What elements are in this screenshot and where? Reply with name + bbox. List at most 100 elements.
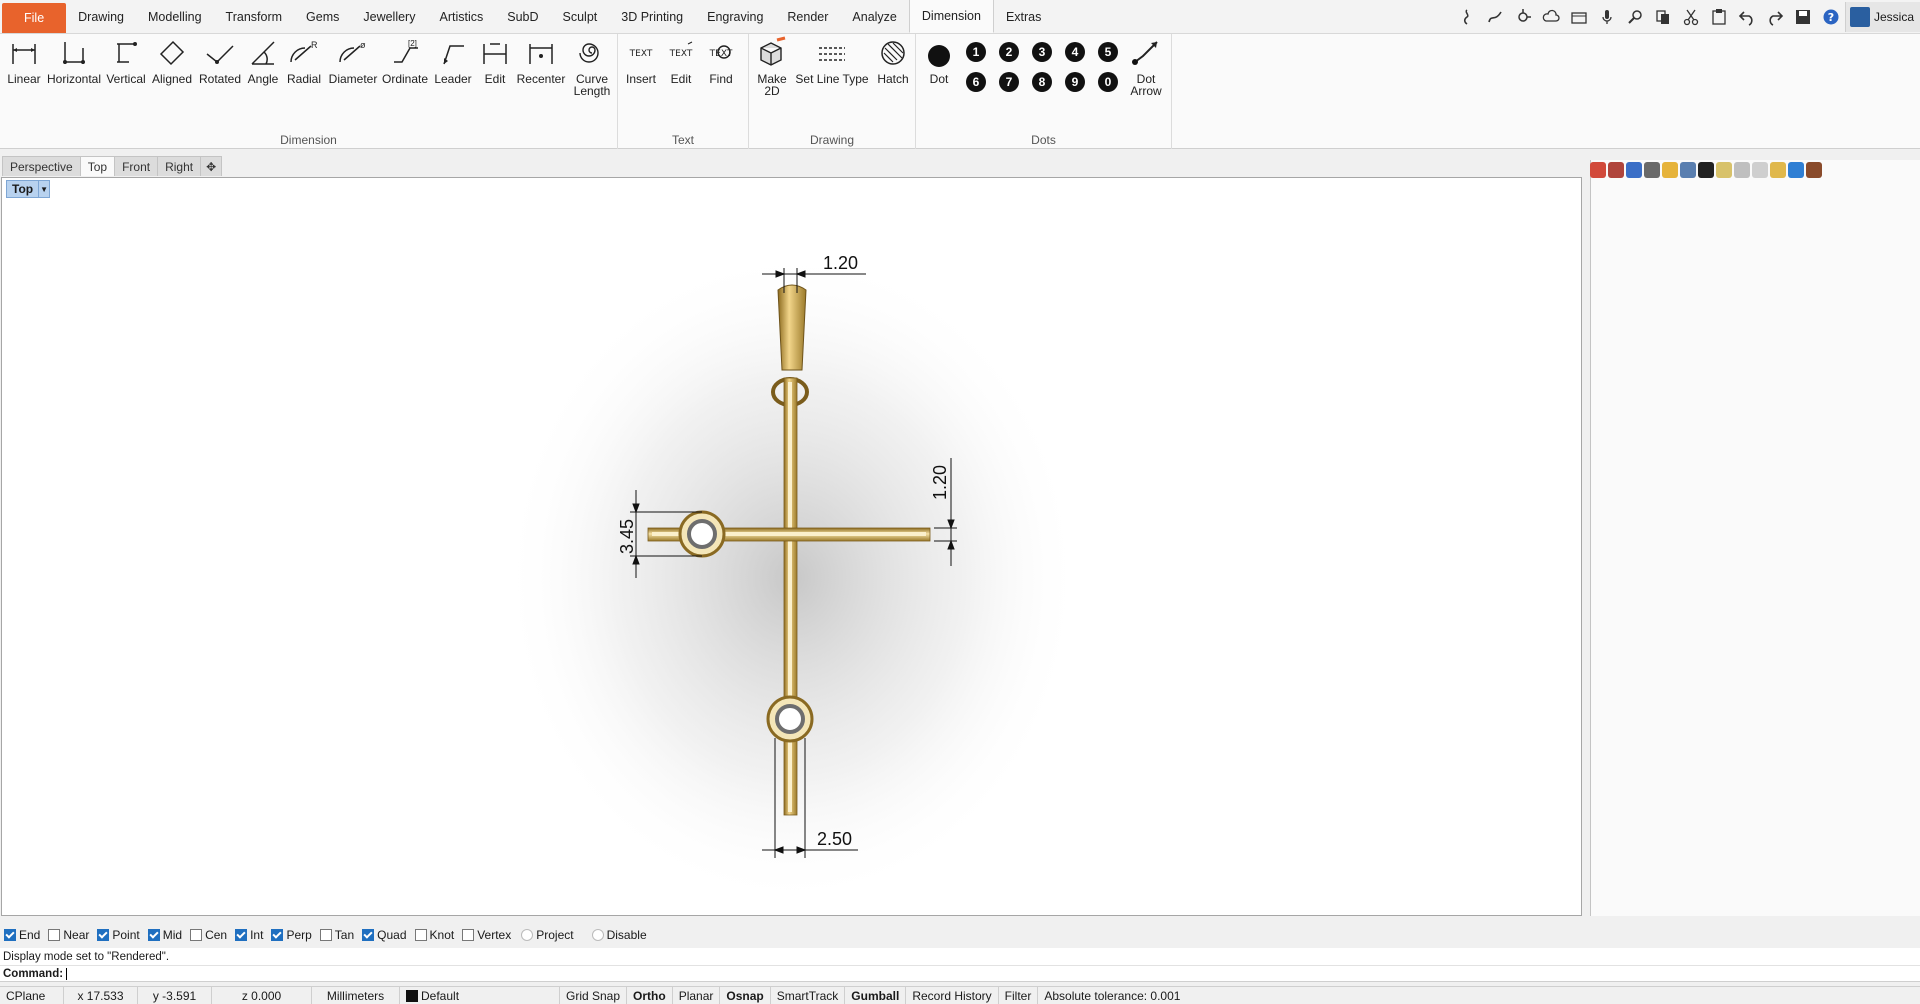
- menu-file[interactable]: File: [2, 3, 67, 33]
- zoom-icon[interactable]: [1621, 3, 1649, 31]
- cloud-icon[interactable]: [1537, 3, 1565, 31]
- materials-icon[interactable]: [1608, 162, 1624, 178]
- osnap-tan[interactable]: Tan: [319, 928, 354, 942]
- osnap-vertex[interactable]: Vertex: [462, 928, 511, 942]
- radio-icon[interactable]: [591, 929, 604, 941]
- texture-icon[interactable]: [1698, 162, 1714, 178]
- curve-length-button[interactable]: Curve Length: [570, 36, 614, 97]
- dot-2-button[interactable]: 2: [999, 42, 1019, 62]
- linear-button[interactable]: Linear: [4, 36, 44, 85]
- dot-8-button[interactable]: 8: [1032, 72, 1052, 92]
- undo-icon[interactable]: [1733, 3, 1761, 31]
- layers-icon[interactable]: [1644, 162, 1660, 178]
- dot-6-button[interactable]: 6: [966, 72, 986, 92]
- osnap-mid[interactable]: Mid: [147, 928, 182, 942]
- checkbox-icon[interactable]: [190, 929, 203, 941]
- named-view-icon[interactable]: [1752, 162, 1768, 178]
- tab-perspective[interactable]: Perspective: [2, 156, 81, 176]
- menu-dimension[interactable]: Dimension: [908, 0, 994, 33]
- dot-1-button[interactable]: 1: [966, 42, 986, 62]
- osnap-knot[interactable]: Knot: [414, 928, 454, 942]
- dot-arrow-button[interactable]: Dot Arrow: [1126, 36, 1166, 97]
- tab-right[interactable]: Right: [157, 156, 202, 176]
- dot-5-button[interactable]: 5: [1098, 42, 1118, 62]
- gumball-toggle[interactable]: Gumball: [845, 987, 907, 1004]
- tab-front[interactable]: Front: [114, 156, 159, 176]
- osnap-near[interactable]: Near: [48, 928, 89, 942]
- ortho-toggle[interactable]: Ortho: [627, 987, 673, 1004]
- menu-sculpt[interactable]: Sculpt: [551, 1, 610, 33]
- menu-3d-printing[interactable]: 3D Printing: [609, 1, 695, 33]
- menu-artistics[interactable]: Artistics: [427, 1, 495, 33]
- dot-7-button[interactable]: 7: [999, 72, 1019, 92]
- planar-toggle[interactable]: Planar: [673, 987, 721, 1004]
- radial-button[interactable]: R Radial: [284, 36, 324, 85]
- cplane-status[interactable]: CPlane: [0, 987, 64, 1004]
- menu-analyze[interactable]: Analyze: [840, 1, 908, 33]
- osnap-int[interactable]: Int: [235, 928, 263, 942]
- osnap-project[interactable]: Project: [521, 928, 574, 942]
- camera-icon[interactable]: [1565, 3, 1593, 31]
- smarttrack-toggle[interactable]: SmartTrack: [771, 987, 846, 1004]
- hatch-button[interactable]: Hatch: [873, 36, 913, 85]
- checkbox-icon[interactable]: [362, 929, 375, 941]
- rotated-button[interactable]: Rotated: [198, 36, 242, 85]
- osnap-quad[interactable]: Quad: [362, 928, 407, 942]
- redo-icon[interactable]: [1761, 3, 1789, 31]
- dot-4-button[interactable]: 4: [1065, 42, 1085, 62]
- save-icon[interactable]: [1789, 3, 1817, 31]
- checkbox-icon[interactable]: [48, 929, 61, 941]
- help-icon[interactable]: ?: [1817, 3, 1845, 31]
- microphone-icon[interactable]: [1593, 3, 1621, 31]
- recenter-button[interactable]: Recenter: [516, 36, 566, 85]
- tab-top[interactable]: Top: [79, 156, 116, 176]
- copy-icon[interactable]: [1649, 3, 1677, 31]
- grid-snap-toggle[interactable]: Grid Snap: [560, 987, 628, 1004]
- menu-render[interactable]: Render: [775, 1, 840, 33]
- find-text-button[interactable]: TEXT Find: [704, 36, 738, 85]
- menu-transform[interactable]: Transform: [214, 1, 295, 33]
- record-history-toggle[interactable]: Record History: [906, 987, 999, 1004]
- model-view[interactable]: 1.20 1.20 3.45 2.50: [2, 178, 1582, 916]
- osnap-toggle[interactable]: Osnap: [720, 987, 771, 1004]
- edit-text-button[interactable]: TEXT Edit: [664, 36, 698, 85]
- vertical-button[interactable]: Vertical: [105, 36, 147, 85]
- checkbox-icon[interactable]: [271, 929, 284, 941]
- osnap-point[interactable]: Point: [97, 928, 140, 942]
- checkbox-icon[interactable]: [462, 929, 475, 941]
- osnap-end[interactable]: End: [4, 928, 40, 942]
- checkbox-icon[interactable]: [147, 929, 160, 941]
- checkbox-icon[interactable]: [414, 929, 427, 941]
- dot-0-button[interactable]: 0: [1098, 72, 1118, 92]
- edit-dimension-button[interactable]: Edit: [478, 36, 512, 85]
- viewport-top[interactable]: Top ▼ 1.20 1.20 3.45 2.50: [1, 177, 1582, 916]
- aligned-button[interactable]: Aligned: [150, 36, 194, 85]
- user-account[interactable]: Jessica: [1844, 2, 1920, 32]
- osnap-cen[interactable]: Cen: [190, 928, 227, 942]
- radio-icon[interactable]: [521, 929, 534, 941]
- make-2d-button[interactable]: Make 2D: [755, 36, 789, 97]
- sun-icon[interactable]: [1716, 162, 1732, 178]
- render-icon[interactable]: [1626, 162, 1642, 178]
- horizontal-button[interactable]: Horizontal: [47, 36, 101, 85]
- insert-text-button[interactable]: TEXT Insert: [624, 36, 658, 85]
- curve-icon[interactable]: [1481, 3, 1509, 31]
- menu-modelling[interactable]: Modelling: [136, 1, 214, 33]
- dot-3-button[interactable]: 3: [1032, 42, 1052, 62]
- menu-drawing[interactable]: Drawing: [66, 1, 136, 33]
- units-status[interactable]: Millimeters: [312, 987, 400, 1004]
- dot-button[interactable]: Dot: [922, 36, 956, 85]
- command-line[interactable]: Command:: [0, 965, 1920, 982]
- rhino-icon[interactable]: [1453, 3, 1481, 31]
- ordinate-button[interactable]: [2] Ordinate: [382, 36, 428, 85]
- checkbox-icon[interactable]: [235, 929, 248, 941]
- menu-engraving[interactable]: Engraving: [695, 1, 775, 33]
- checkbox-icon[interactable]: [4, 929, 16, 941]
- notes-icon[interactable]: [1788, 162, 1804, 178]
- osnap-disable[interactable]: Disable: [591, 928, 647, 942]
- add-viewport-tab[interactable]: ✥: [200, 156, 223, 176]
- environment-icon[interactable]: [1806, 162, 1822, 178]
- gumball-icon[interactable]: [1509, 3, 1537, 31]
- folder-icon[interactable]: [1662, 162, 1678, 178]
- light-icon[interactable]: [1770, 162, 1786, 178]
